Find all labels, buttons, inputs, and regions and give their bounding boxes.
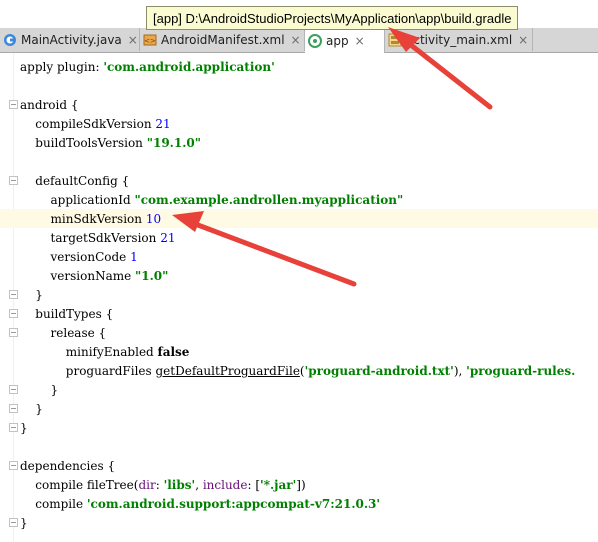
- tab-mainactivity-java[interactable]: MainActivity.java ×: [0, 28, 140, 51]
- code-line: android {: [20, 98, 79, 112]
- fold-marker[interactable]: [9, 518, 18, 527]
- fold-marker[interactable]: [9, 176, 18, 185]
- code-line: proguardFiles getDefaultProguardFile('pr…: [20, 364, 576, 378]
- fold-marker[interactable]: [9, 328, 18, 337]
- code-line: release {: [20, 326, 107, 340]
- gradle-module-icon: [308, 33, 322, 48]
- close-icon[interactable]: ×: [291, 33, 301, 47]
- fold-marker[interactable]: [9, 385, 18, 394]
- code-line: compile 'com.android.support:appcompat-v…: [20, 497, 381, 511]
- code-line: }: [20, 383, 59, 397]
- code-line: targetSdkVersion 21: [20, 231, 176, 245]
- svg-text:<>: <>: [144, 37, 156, 45]
- code-line: apply plugin: 'com.android.application': [20, 60, 275, 74]
- code-line: buildTypes {: [20, 307, 114, 321]
- code-line: applicationId "com.example.androllen.mya…: [20, 193, 404, 207]
- file-path-tooltip: [app] D:\AndroidStudioProjects\MyApplica…: [146, 6, 519, 30]
- code-line: buildToolsVersion "19.1.0": [20, 136, 201, 150]
- close-icon[interactable]: ×: [518, 33, 528, 47]
- tab-activity-main-xml[interactable]: activity_main.xml ×: [385, 28, 533, 51]
- fold-marker[interactable]: [9, 423, 18, 432]
- code-line: versionCode 1: [20, 250, 138, 264]
- code-editor[interactable]: apply plugin: 'com.android.application' a…: [0, 53, 598, 542]
- fold-marker[interactable]: [9, 404, 18, 413]
- tab-androidmanifest-xml[interactable]: <> AndroidManifest.xml ×: [140, 28, 305, 51]
- code-line: }: [20, 402, 43, 416]
- fold-marker[interactable]: [9, 290, 18, 299]
- code-line: compileSdkVersion 21: [20, 117, 171, 131]
- tab-label: app: [326, 33, 349, 48]
- code-line: versionName "1.0": [20, 269, 169, 283]
- code-line: }: [20, 421, 28, 435]
- layout-file-icon: [388, 33, 402, 47]
- tab-label: activity_main.xml: [406, 32, 513, 47]
- code-line: }: [20, 288, 43, 302]
- tab-app-gradle[interactable]: app ×: [305, 28, 385, 53]
- code-line: dependencies {: [20, 459, 116, 473]
- code-line: compile fileTree(dir: 'libs', include: […: [20, 478, 306, 492]
- tab-label: AndroidManifest.xml: [161, 32, 285, 47]
- code-line: defaultConfig {: [20, 174, 130, 188]
- tab-label: MainActivity.java: [21, 32, 122, 47]
- fold-marker[interactable]: [9, 461, 18, 470]
- xml-file-icon: <>: [143, 33, 157, 47]
- java-class-icon: [3, 33, 17, 47]
- editor-tab-bar: MainActivity.java × <> AndroidManifest.x…: [0, 28, 598, 53]
- code-line: }: [20, 516, 28, 530]
- code-line: minSdkVersion 10: [20, 212, 162, 226]
- fold-marker[interactable]: [9, 100, 18, 109]
- close-icon[interactable]: ×: [355, 34, 365, 48]
- fold-marker[interactable]: [9, 309, 18, 318]
- code-line: minifyEnabled false: [20, 345, 190, 359]
- close-icon[interactable]: ×: [128, 33, 138, 47]
